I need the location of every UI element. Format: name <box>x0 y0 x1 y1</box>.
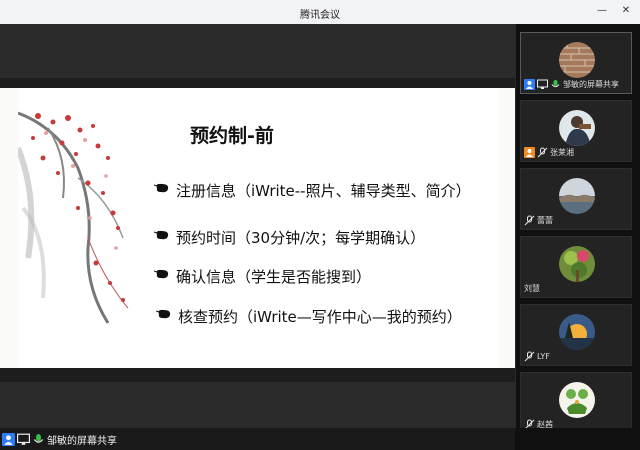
mic-icon <box>551 79 560 87</box>
window-title: 腾讯会议 <box>300 10 340 21</box>
user-icon <box>2 433 15 446</box>
share-indicator[interactable]: 邹敏的屏幕共享 <box>2 432 117 447</box>
avatar <box>559 382 595 418</box>
bottom-status-bar: 邹敏的屏幕共享 <box>0 428 515 450</box>
presentation-slide: 预约制-前 注册信息（iWrite--照片、辅导类型、简介） 预约时间（30分钟… <box>0 88 515 368</box>
user-icon <box>524 146 535 158</box>
window-titlebar: 腾讯会议 — ✕ <box>0 0 640 24</box>
bullet-text: 核查预约（iWrite—写作中心—我的预约） <box>178 308 462 326</box>
bullet-item: 确认信息（学生是否能搜到） <box>154 266 372 287</box>
mic-icon <box>33 434 44 443</box>
ink-bullet-icon <box>154 269 169 279</box>
avatar <box>559 314 595 350</box>
mic-muted-icon <box>524 351 535 361</box>
participant-label: 刘慧 <box>524 282 540 294</box>
participant-label: 张莱湘 <box>524 146 574 158</box>
participant-name: LYF <box>537 351 550 361</box>
participant-name: 邹敏的屏幕共享 <box>563 79 619 89</box>
user-icon <box>524 78 535 90</box>
participant-tile[interactable]: 刘慧 <box>520 236 632 298</box>
participant-label: 邹敏的屏幕共享 <box>524 78 619 90</box>
avatar <box>559 178 595 214</box>
participant-name: 刘慧 <box>524 283 540 293</box>
bullet-text: 注册信息（iWrite--照片、辅导类型、简介） <box>176 182 471 200</box>
bullet-item: 核查预约（iWrite—写作中心—我的预约） <box>156 306 462 327</box>
sidebar-footer <box>515 428 640 450</box>
participant-name: 张莱湘 <box>550 147 574 157</box>
ink-bullet-icon <box>156 309 171 319</box>
slide-canvas: 预约制-前 注册信息（iWrite--照片、辅导类型、简介） 预约时间（30分钟… <box>18 88 498 368</box>
shared-screen-bottom-band <box>0 382 515 428</box>
participant-tile[interactable]: 张莱湘 <box>520 100 632 162</box>
bullet-text: 预约时间（30分钟/次；每学期确认） <box>176 229 426 247</box>
ink-bullet-icon <box>154 183 169 193</box>
mic-muted-icon <box>537 147 548 157</box>
avatar <box>559 246 595 282</box>
plum-blossom-painting <box>18 111 129 324</box>
share-label-text: 邹敏的屏幕共享 <box>47 436 117 447</box>
participant-tile[interactable]: LYF <box>520 304 632 366</box>
minimize-icon[interactable]: — <box>594 4 610 18</box>
screen-share-icon <box>17 433 30 445</box>
participant-tile[interactable]: 邹敏的屏幕共享 <box>520 32 632 94</box>
bullet-text: 确认信息（学生是否能搜到） <box>176 268 372 286</box>
participant-tile[interactable]: 蕾蕾 <box>520 168 632 230</box>
close-icon[interactable]: ✕ <box>618 4 634 18</box>
bullet-item: 注册信息（iWrite--照片、辅导类型、简介） <box>154 180 471 201</box>
avatar <box>559 42 595 78</box>
mic-muted-icon <box>524 215 535 225</box>
bullet-item: 预约时间（30分钟/次；每学期确认） <box>154 227 426 248</box>
ink-bullet-icon <box>154 230 169 240</box>
participant-label: 蕾蕾 <box>524 214 553 226</box>
participant-name: 蕾蕾 <box>537 215 553 225</box>
participant-label: LYF <box>524 350 550 362</box>
screen-share-icon <box>537 79 548 89</box>
shared-screen-top-band <box>0 24 515 78</box>
avatar <box>559 110 595 146</box>
participant-tile[interactable]: 赵茜 <box>520 372 632 434</box>
slide-title: 预约制-前 <box>190 125 274 147</box>
